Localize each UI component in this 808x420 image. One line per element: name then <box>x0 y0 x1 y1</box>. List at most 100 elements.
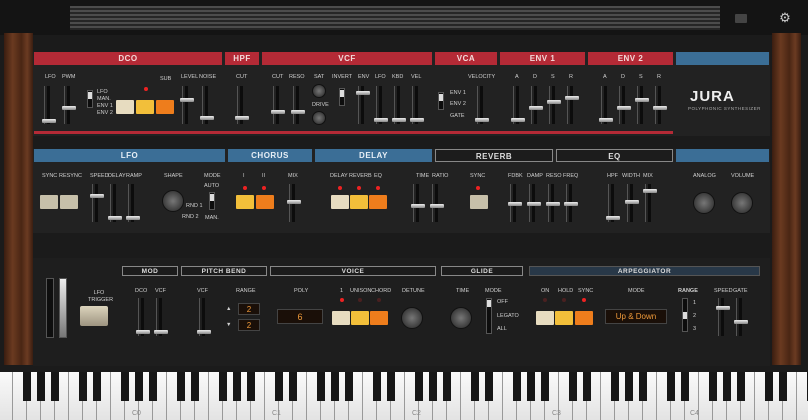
env2-sustain-fader[interactable] <box>635 86 649 124</box>
eq-mix-fader[interactable] <box>643 184 657 222</box>
black-key[interactable] <box>331 372 339 401</box>
vca-mode-switch[interactable] <box>438 92 444 110</box>
white-key[interactable] <box>0 372 13 420</box>
dco-sub-button[interactable] <box>156 100 174 114</box>
dco-saw-button[interactable] <box>116 100 134 114</box>
voice-poly-button[interactable] <box>332 311 350 325</box>
black-key[interactable] <box>541 372 549 401</box>
black-key[interactable] <box>275 372 283 401</box>
arp-mode-display[interactable]: Up & Down <box>605 309 667 324</box>
black-key[interactable] <box>247 372 255 401</box>
delay-ratio-fader[interactable] <box>430 184 444 222</box>
env1-sustain-fader[interactable] <box>547 86 561 124</box>
black-key[interactable] <box>625 372 633 401</box>
black-key[interactable] <box>583 372 591 401</box>
vcf-drive-knob[interactable] <box>312 111 326 125</box>
vcf-lfo-fader[interactable] <box>374 86 388 124</box>
eq-on-button[interactable] <box>369 195 387 209</box>
voice-detune-knob[interactable] <box>401 307 423 329</box>
env2-release-fader[interactable] <box>653 86 667 124</box>
lfo-delay-fader[interactable] <box>108 184 122 222</box>
reverb-reso-fader[interactable] <box>546 184 560 222</box>
analog-knob[interactable] <box>693 192 715 214</box>
lfo-trigger-button[interactable] <box>80 306 108 326</box>
delay-sync-button[interactable] <box>470 195 488 209</box>
mod-dco-fader[interactable] <box>136 298 150 336</box>
black-key[interactable] <box>639 372 647 401</box>
lfo-resync-button[interactable] <box>60 195 78 209</box>
env1-decay-fader[interactable] <box>529 86 543 124</box>
black-key[interactable] <box>485 372 493 401</box>
black-key[interactable] <box>233 372 241 401</box>
glide-time-knob[interactable] <box>450 307 472 329</box>
delay-time-fader[interactable] <box>411 184 425 222</box>
lfo-speed-fader[interactable] <box>90 184 104 222</box>
black-key[interactable] <box>681 372 689 401</box>
black-key[interactable] <box>219 372 227 401</box>
vcf-reso-fader[interactable] <box>291 86 305 124</box>
reverb-on-button[interactable] <box>350 195 368 209</box>
arp-on-button[interactable] <box>536 311 554 325</box>
black-key[interactable] <box>569 372 577 401</box>
arp-hold-button[interactable] <box>555 311 573 325</box>
arp-gate-fader[interactable] <box>734 298 748 336</box>
black-key[interactable] <box>415 372 423 401</box>
dco-pwm-source-switch[interactable] <box>87 90 93 108</box>
arp-range-switch[interactable] <box>682 298 688 332</box>
hpf-cut-fader[interactable] <box>235 86 249 124</box>
black-key[interactable] <box>93 372 101 401</box>
black-key[interactable] <box>387 372 395 401</box>
env2-decay-fader[interactable] <box>617 86 631 124</box>
vcf-cut-fader[interactable] <box>271 86 285 124</box>
folder-icon[interactable] <box>735 14 747 23</box>
vcf-vel-fader[interactable] <box>410 86 424 124</box>
black-key[interactable] <box>191 372 199 401</box>
chorus-mix-fader[interactable] <box>287 184 301 222</box>
black-key[interactable] <box>149 372 157 401</box>
black-key[interactable] <box>513 372 521 401</box>
black-key[interactable] <box>289 372 297 401</box>
vca-velocity-fader[interactable] <box>475 86 489 124</box>
black-key[interactable] <box>79 372 87 401</box>
vcf-env-fader[interactable] <box>356 86 370 124</box>
black-key[interactable] <box>51 372 59 401</box>
lfo-shape-knob[interactable] <box>162 190 184 212</box>
chorus-i-button[interactable] <box>236 195 254 209</box>
vcf-kbd-fader[interactable] <box>392 86 406 124</box>
env2-attack-fader[interactable] <box>599 86 613 124</box>
vcf-sat-knob[interactable] <box>312 84 326 98</box>
dco-pwm-fader[interactable] <box>62 86 76 124</box>
black-key[interactable] <box>765 372 773 401</box>
black-key[interactable] <box>121 372 129 401</box>
chorus-ii-button[interactable] <box>256 195 274 209</box>
black-key[interactable] <box>779 372 787 401</box>
pb-vcf-fader[interactable] <box>197 298 211 336</box>
black-key[interactable] <box>709 372 717 401</box>
black-key[interactable] <box>611 372 619 401</box>
black-key[interactable] <box>737 372 745 401</box>
black-key[interactable] <box>723 372 731 401</box>
lfo-sync-button[interactable] <box>40 195 58 209</box>
dco-noise-fader[interactable] <box>200 86 214 124</box>
eq-hpf-fader[interactable] <box>606 184 620 222</box>
env1-attack-fader[interactable] <box>511 86 525 124</box>
env1-release-fader[interactable] <box>565 86 579 124</box>
dco-level-fader[interactable] <box>180 86 194 124</box>
black-key[interactable] <box>443 372 451 401</box>
pb-range-down-display[interactable]: 2 <box>238 319 260 331</box>
lfo-mode-switch[interactable] <box>209 192 215 210</box>
glide-mode-switch[interactable] <box>486 298 492 334</box>
voice-poly-display[interactable]: 6 <box>277 309 323 324</box>
mod-vcf-fader[interactable] <box>154 298 168 336</box>
black-key[interactable] <box>527 372 535 401</box>
black-key[interactable] <box>135 372 143 401</box>
voice-unison-button[interactable] <box>351 311 369 325</box>
eq-width-fader[interactable] <box>625 184 639 222</box>
black-key[interactable] <box>373 372 381 401</box>
black-key[interactable] <box>345 372 353 401</box>
pb-range-up-display[interactable]: 2 <box>238 303 260 315</box>
black-key[interactable] <box>429 372 437 401</box>
reverb-damp-fader[interactable] <box>527 184 541 222</box>
pitch-wheel[interactable] <box>46 278 54 338</box>
delay-on-button[interactable] <box>331 195 349 209</box>
